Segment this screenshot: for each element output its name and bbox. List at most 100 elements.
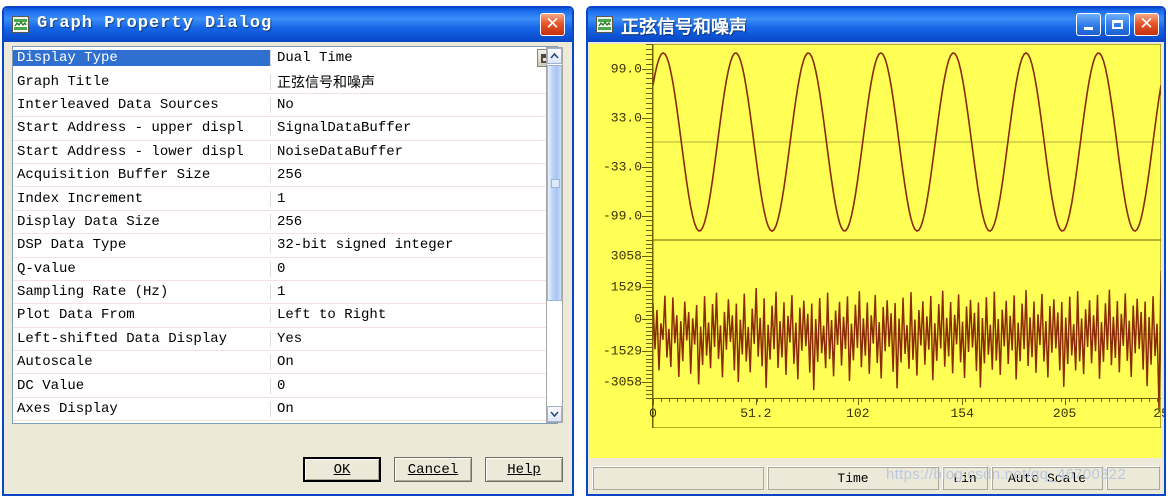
x-minor-tick — [1069, 398, 1070, 402]
property-row[interactable]: Plot Data FromLeft to Right — [13, 304, 557, 327]
property-name: Acquisition Buffer Size — [13, 167, 271, 183]
graph-property-dialog-window: Graph Property Dialog ✕ Display TypeDual… — [2, 6, 574, 496]
x-minor-tick — [1117, 398, 1118, 402]
x-tick-label: 205 — [1053, 406, 1076, 421]
dialog-title-bar[interactable]: Graph Property Dialog ✕ — [4, 8, 572, 42]
property-value[interactable]: 正弦信号和噪声 — [271, 72, 557, 92]
property-row[interactable]: Acquisition Buffer Size256 — [13, 164, 557, 187]
x-minor-tick — [781, 398, 782, 402]
graph-icon — [12, 16, 29, 33]
ok-button[interactable]: OK — [303, 457, 381, 482]
y-tick-label: 33.0 — [611, 110, 642, 125]
property-value[interactable]: On — [271, 401, 557, 417]
property-name: Index Increment — [13, 191, 271, 207]
property-row[interactable]: Q-value0 — [13, 258, 557, 281]
status-pane-auto-scale[interactable]: Auto Scale — [991, 466, 1103, 490]
property-value[interactable]: 256 — [271, 214, 557, 230]
property-row[interactable]: Left-shifted Data DisplayYes — [13, 328, 557, 351]
y-tick-label: -1529 — [603, 343, 642, 358]
property-grid-scrollbar[interactable] — [546, 47, 563, 423]
x-minor-tick — [1061, 398, 1062, 402]
x-minor-tick — [1045, 398, 1046, 402]
maximize-button[interactable] — [1105, 13, 1130, 36]
scroll-up-button[interactable] — [547, 48, 562, 64]
property-value[interactable]: 32-bit signed integer — [271, 237, 557, 253]
x-minor-tick — [1021, 398, 1022, 402]
x-minor-tick — [829, 398, 830, 402]
property-value[interactable]: Dual Time — [271, 50, 557, 66]
property-value[interactable]: 0 — [271, 261, 557, 277]
property-row[interactable]: AutoscaleOn — [13, 351, 557, 374]
property-row[interactable]: Start Address - lower displNoiseDataBuff… — [13, 141, 557, 164]
x-minor-tick — [837, 398, 838, 402]
y-tick-label: -33.0 — [603, 159, 642, 174]
ok-button-label: OK — [334, 462, 351, 478]
x-minor-tick — [805, 398, 806, 402]
property-value[interactable]: On — [271, 354, 557, 370]
x-minor-tick — [1165, 398, 1166, 402]
x-minor-tick — [1053, 398, 1054, 402]
status-pane-left — [592, 466, 764, 490]
minimize-button[interactable] — [1076, 13, 1101, 36]
x-tick-label: 154 — [951, 406, 974, 421]
x-minor-tick — [1077, 398, 1078, 402]
property-row[interactable]: Sampling Rate (Hz)1 — [13, 281, 557, 304]
property-row[interactable]: DC Value0 — [13, 374, 557, 397]
x-minor-tick — [941, 398, 942, 402]
property-value[interactable]: Yes — [271, 331, 557, 347]
property-row[interactable]: Graph Title正弦信号和噪声 — [13, 70, 557, 93]
property-row[interactable]: Axes DisplayOn — [13, 398, 557, 421]
x-minor-tick — [685, 398, 686, 402]
property-value[interactable]: Left to Right — [271, 307, 557, 323]
x-minor-tick — [893, 398, 894, 402]
dialog-close-button[interactable]: ✕ — [540, 13, 565, 36]
x-tick — [858, 398, 859, 405]
property-value[interactable]: 1 — [271, 191, 557, 207]
property-value[interactable]: 256 — [271, 167, 557, 183]
upper-signal-plot[interactable]: 99.033.0-33.0-99.0 — [590, 44, 1162, 240]
scroll-down-button[interactable] — [547, 406, 562, 422]
x-minor-tick — [965, 398, 966, 402]
property-value[interactable]: SignalDataBuffer — [271, 120, 557, 136]
property-row[interactable]: Start Address - upper displSignalDataBuf… — [13, 117, 557, 140]
x-minor-tick — [957, 398, 958, 402]
property-value[interactable]: 0 — [271, 378, 557, 394]
x-minor-tick — [765, 398, 766, 402]
x-tick-label: 102 — [846, 406, 869, 421]
property-row[interactable]: Display Data Size256 — [13, 211, 557, 234]
x-minor-tick — [1157, 398, 1158, 402]
lower-noise-plot[interactable]: 305815290-1529-3058 051.2102154205255 — [590, 240, 1162, 428]
upper-plot-frame — [653, 44, 1161, 240]
x-minor-tick — [725, 398, 726, 402]
close-icon: ✕ — [1139, 16, 1153, 33]
x-minor-tick — [1005, 398, 1006, 402]
x-minor-tick — [749, 398, 750, 402]
x-minor-tick — [869, 398, 870, 402]
x-minor-tick — [813, 398, 814, 402]
help-button[interactable]: Help — [485, 457, 563, 482]
property-row[interactable]: DSP Data Type32-bit signed integer — [13, 234, 557, 257]
scrollbar-thumb[interactable] — [547, 65, 562, 301]
x-minor-tick — [989, 398, 990, 402]
property-row[interactable]: Index Increment1 — [13, 187, 557, 210]
close-icon: ✕ — [545, 16, 559, 33]
property-row[interactable]: Interleaved Data SourcesNo — [13, 94, 557, 117]
x-minor-tick — [733, 398, 734, 402]
property-row[interactable]: Display TypeDual Time — [13, 47, 557, 70]
chevron-down-icon — [550, 411, 559, 417]
property-grid[interactable]: Display TypeDual TimeGraph Title正弦信号和噪声I… — [12, 46, 558, 424]
plot-area: 99.033.0-33.0-99.0 305815290-1529-3058 0… — [590, 44, 1162, 458]
property-value[interactable]: No — [271, 97, 557, 113]
status-pane-lin[interactable]: Lin — [942, 466, 988, 490]
property-name: Display Data Size — [13, 214, 271, 230]
cancel-button[interactable]: Cancel — [394, 457, 472, 482]
property-value[interactable]: NoiseDataBuffer — [271, 144, 557, 160]
x-minor-tick — [853, 398, 854, 402]
x-minor-tick — [861, 398, 862, 402]
property-value[interactable]: 1 — [271, 284, 557, 300]
status-pane-time[interactable]: Time — [767, 466, 939, 490]
graph-title-bar[interactable]: 正弦信号和噪声 ✕ — [588, 8, 1164, 42]
x-minor-tick — [981, 398, 982, 402]
x-minor-tick — [1037, 398, 1038, 402]
graph-close-button[interactable]: ✕ — [1134, 13, 1159, 36]
